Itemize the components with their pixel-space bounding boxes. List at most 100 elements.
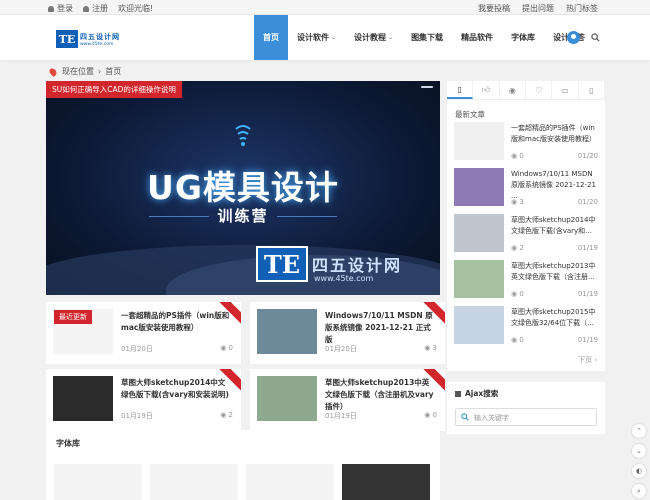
post-title[interactable]: 草图大师sketchup2013中英文绿色版下载（含注册机及vary插件）: [325, 377, 435, 413]
post-thumbnail[interactable]: [454, 122, 504, 160]
views-count: 3: [519, 198, 524, 206]
sidebar-post[interactable]: 草图大师sketchup2013中英文绿色版下载（含注册... ◉ 0 01/19: [454, 260, 598, 300]
views-count: 0: [228, 344, 233, 352]
post-date: 01/20: [577, 198, 598, 206]
post-card[interactable]: Windows7/10/11 MSDN 原版系统镜像 2021-12-21 正式…: [250, 302, 445, 364]
search-icon[interactable]: [591, 33, 600, 42]
slider-subtitle: 训练营: [46, 205, 440, 226]
nav-item-4[interactable]: 精品软件: [452, 15, 502, 60]
post-title[interactable]: 草图大师sketchup2014中文绿色版下载(含vary和...: [511, 215, 599, 237]
eye-icon: ◉: [220, 411, 229, 419]
tab-comments[interactable]: ▭: [552, 81, 579, 99]
sidebar-post[interactable]: 一套超精品的PS插件（win版和mac版安装使用教程） ◉ 0 01/20: [454, 122, 598, 162]
font-thumb[interactable]: [54, 464, 142, 500]
font-library-section: 字体库: [46, 430, 440, 500]
post-date: 01/19: [577, 336, 598, 344]
views-count: 0: [432, 411, 437, 419]
login-link[interactable]: 登录: [48, 3, 73, 14]
post-date: 01/20: [577, 152, 598, 160]
scroll-down-button[interactable]: ⌄: [632, 444, 646, 458]
next-page-link[interactable]: 下页 ›: [578, 355, 597, 365]
post-thumbnail[interactable]: [257, 309, 317, 354]
top-bar: 登录 注册 欢迎光临! 我要投稿 提出问题 热门标签: [0, 0, 650, 15]
nav-item-5[interactable]: 字体库: [502, 15, 544, 60]
watermark-mark: TE: [256, 246, 308, 282]
nav-item-0[interactable]: 首页: [254, 15, 288, 60]
search-placeholder: 输入关键字: [474, 414, 509, 422]
ask-link[interactable]: 提出问题: [522, 3, 554, 14]
register-label[interactable]: 注册: [92, 4, 108, 13]
sidebar-latest: ▯ 👍︎ ◉ ♡ ▭ ▯ 最新文章 一套超精品的PS插件（win版和mac版安装…: [447, 81, 605, 371]
tab-favorite[interactable]: ♡: [526, 81, 553, 99]
post-title[interactable]: 草图大师sketchup2013中英文绿色版下载（含注册...: [511, 261, 599, 283]
post-thumbnail[interactable]: [454, 214, 504, 252]
wifi-glow-icon: [235, 125, 251, 146]
user-icon: [48, 5, 54, 12]
sidebar-post[interactable]: 草图大师sketchup2015中文绿色版32/64位下载（... ◉ 0 01/1…: [454, 306, 598, 346]
search-input[interactable]: 输入关键字: [455, 408, 597, 426]
nav-label: 首页: [263, 33, 279, 42]
post-card[interactable]: 草图大师sketchup2013中英文绿色版下载（含注册机及vary插件） 01月…: [250, 369, 445, 431]
slider-caption[interactable]: SU如何正确导入CAD的详细操作说明: [46, 81, 182, 98]
nav-label: 设计软件: [297, 33, 329, 42]
section-heading: 字体库: [56, 439, 80, 448]
heart-icon: ♡: [535, 85, 543, 95]
avatar[interactable]: [567, 31, 580, 44]
login-label[interactable]: 登录: [57, 4, 73, 13]
post-date: 01月19日: [121, 412, 153, 420]
post-views: ◉ 2: [220, 411, 233, 419]
search-fab-button[interactable]: ⌕: [632, 484, 646, 498]
hot-tags-link[interactable]: 热门标签: [566, 3, 598, 14]
tab-viewed[interactable]: ◉: [500, 81, 526, 99]
post-card[interactable]: 一套超精品的PS插件（win版和mac版安装使用教程） 01月20日 ◉ 0 最近更新: [46, 302, 241, 364]
post-date: 01月20日: [325, 345, 357, 353]
search-icon: ⌕: [637, 486, 641, 495]
sidebar-post[interactable]: 草图大师sketchup2014中文绿色版下载(含vary和... ◉ 2 01/1…: [454, 214, 598, 254]
font-thumb[interactable]: [150, 464, 238, 500]
nav-item-3[interactable]: 图集下载: [402, 15, 452, 60]
tab-liked[interactable]: 👍︎: [473, 81, 500, 99]
comment-icon: ▭: [561, 85, 569, 95]
tab-random[interactable]: ▯: [579, 81, 605, 99]
post-title[interactable]: 一套超精品的PS插件（win版和mac版安装使用教程）: [511, 123, 599, 145]
breadcrumb-sep: ›: [98, 67, 102, 76]
post-thumbnail[interactable]: [257, 376, 317, 421]
font-thumb[interactable]: [342, 464, 430, 500]
slider-indicator[interactable]: [421, 86, 433, 88]
post-title[interactable]: 一套超精品的PS插件（win版和mac版安装使用教程）: [121, 310, 231, 334]
welcome-text: 欢迎光临!: [118, 4, 154, 13]
post-thumbnail[interactable]: [454, 260, 504, 298]
contribute-link[interactable]: 我要投稿: [478, 3, 510, 14]
post-date: 01/19: [577, 290, 598, 298]
post-title[interactable]: Windows7/10/11 MSDN 原版系统镜像 2021-12-21 正式…: [325, 310, 435, 346]
hero-slider[interactable]: UG模具设计 训练营 TE 四五设计网 www.45te.com SU如何正确导…: [46, 81, 440, 295]
breadcrumb-current[interactable]: 首页: [105, 66, 121, 77]
register-link[interactable]: 注册: [83, 3, 108, 14]
theme-toggle-button[interactable]: ◐: [632, 464, 646, 478]
sidebar-post[interactable]: Windows7/10/11 MSDN 原版系统镜像 2021-12-21 ..…: [454, 168, 598, 208]
post-title[interactable]: 草图大师sketchup2015中文绿色版32/64位下载（...: [511, 307, 599, 329]
post-views: ◉ 3: [511, 198, 524, 206]
tab-latest[interactable]: ▯: [447, 81, 474, 99]
nav-item-1[interactable]: 设计软件 ⌄: [288, 15, 345, 60]
nav-label: 字体库: [511, 33, 536, 42]
nav-label: 设计教程: [354, 33, 387, 42]
font-thumb[interactable]: [246, 464, 334, 500]
post-date: 01/19: [577, 244, 598, 252]
views-count: 0: [519, 290, 524, 298]
post-thumbnail[interactable]: [454, 168, 504, 206]
scroll-up-button[interactable]: ⌃: [632, 424, 646, 438]
contrast-icon: ◐: [635, 467, 643, 475]
post-thumbnail[interactable]: [53, 376, 113, 421]
nav-item-2[interactable]: 设计教程 ⌄: [345, 15, 402, 60]
nav-label: 精品软件: [461, 33, 494, 42]
post-title[interactable]: 草图大师sketchup2014中文绿色版下载(含vary和安装说明): [121, 377, 231, 401]
eye-icon: ◉: [220, 344, 229, 352]
site-logo[interactable]: TE 四五设计网 www.45te.com: [56, 28, 128, 50]
views-count: 3: [432, 344, 437, 352]
breadcrumb-prefix: 现在位置: [62, 67, 94, 76]
post-card[interactable]: 草图大师sketchup2014中文绿色版下载(含vary和安装说明) 01月19…: [46, 369, 241, 431]
search-icon: [461, 413, 469, 421]
post-thumbnail[interactable]: [454, 306, 504, 344]
post-views: ◉ 3: [424, 344, 437, 352]
